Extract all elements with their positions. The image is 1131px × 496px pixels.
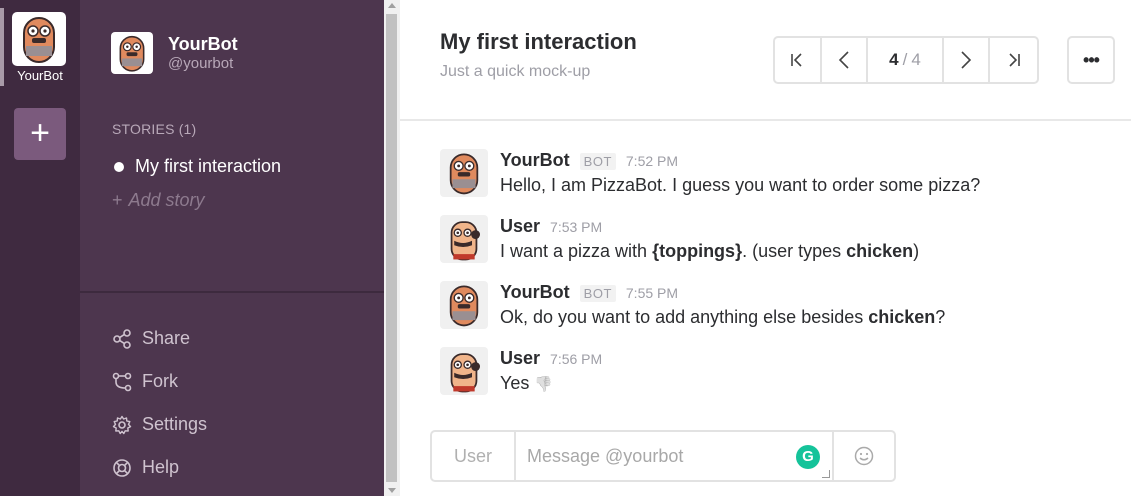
text-segment: ? <box>935 307 946 327</box>
rail-bot-name: YourBot <box>17 68 63 83</box>
gear-icon <box>112 415 132 434</box>
message-author[interactable]: User <box>500 348 540 369</box>
text-segment: . (user types <box>742 241 847 261</box>
plus-icon: + <box>112 190 123 210</box>
sidebar: YourBot @yourbot STORIES (1) My first in… <box>80 0 384 496</box>
last-page-icon <box>1009 53 1020 67</box>
workspace-rail: YourBot + <box>0 0 80 496</box>
message-text: Yes 👎 <box>500 373 553 394</box>
main-panel: My first interaction Just a quick mock-u… <box>400 0 1131 496</box>
chat-message: User 7:56 PM Yes 👎 <box>440 347 1120 397</box>
message-composer: User Message @yourbot G <box>430 430 896 482</box>
story-item[interactable]: My first interaction <box>114 156 281 177</box>
text-segment: Ok, do you want to add anything else bes… <box>500 307 869 327</box>
robot-avatar-icon <box>449 285 479 327</box>
more-options-button[interactable]: ••• <box>1067 36 1115 84</box>
text-segment: Yes <box>500 373 530 393</box>
pager: 4 / 4 <box>773 36 1039 84</box>
bot-badge: BOT <box>579 285 616 302</box>
entity-value: chicken <box>846 241 914 261</box>
chevron-right-icon <box>961 51 972 69</box>
entity-value: chicken <box>868 307 936 327</box>
page-title: My first interaction <box>440 29 637 54</box>
add-bot-button[interactable]: + <box>14 108 66 160</box>
robot-avatar-icon <box>449 153 479 195</box>
sidebar-divider <box>80 291 384 293</box>
message-input-placeholder: Message @yourbot <box>527 446 684 466</box>
last-page-button[interactable] <box>990 38 1037 82</box>
active-dot-icon <box>114 161 124 172</box>
message-text: Hello, I am PizzaBot. I guess you want t… <box>500 175 981 195</box>
story-item-label: My first interaction <box>135 156 282 176</box>
sidebar-item-label: Fork <box>142 371 178 391</box>
sidebar-item-help[interactable]: Help <box>112 457 179 478</box>
thumbs-down-icon: 👎 <box>534 376 554 393</box>
chat-message: User 7:53 PM I want a pizza with {toppin… <box>440 215 1120 265</box>
robot-avatar-icon <box>23 17 55 63</box>
message-time: 7:55 PM <box>625 285 679 301</box>
sidebar-bot-title: YourBot <box>168 34 238 54</box>
message-time: 7:53 PM <box>550 219 603 235</box>
current-page: 4 <box>889 50 899 69</box>
scroll-down-arrow-icon[interactable] <box>388 488 396 493</box>
user-avatar-icon <box>450 221 480 261</box>
message-text: I want a pizza with {toppings}. (user ty… <box>500 241 919 262</box>
page-subtitle: Just a quick mock-up <box>440 63 591 80</box>
sidebar-bot-handle: @yourbot <box>168 55 234 72</box>
lifebuoy-icon <box>113 458 131 477</box>
message-time: 7:56 PM <box>550 351 603 367</box>
bot-badge: BOT <box>579 153 616 170</box>
message-author[interactable]: User <box>500 216 540 237</box>
sidebar-item-label: Settings <box>142 414 208 434</box>
robot-avatar-icon <box>119 35 145 72</box>
chat-message: YourBot BOT 7:52 PM Hello, I am PizzaBot… <box>440 149 1120 199</box>
bot-avatar[interactable] <box>12 12 66 66</box>
header-divider <box>400 119 1131 121</box>
sidebar-item-settings[interactable]: Settings <box>112 414 207 435</box>
emoji-button[interactable] <box>834 432 894 480</box>
bot-avatar <box>440 281 488 329</box>
next-page-button[interactable] <box>944 38 991 82</box>
chevron-left-icon <box>838 51 849 69</box>
stories-heading: STORIES (1) <box>112 121 197 137</box>
prev-page-button[interactable] <box>822 38 869 82</box>
page-counter: 4 / 4 <box>868 38 944 82</box>
sidebar-scrollbar[interactable] <box>384 0 400 496</box>
message-author[interactable]: YourBot <box>500 282 570 303</box>
sender-select[interactable]: User <box>432 432 516 480</box>
add-story-label: Add story <box>128 190 205 210</box>
share-icon <box>113 328 131 349</box>
message-text: Ok, do you want to add anything else bes… <box>500 307 945 328</box>
scrollbar-thumb[interactable] <box>386 14 397 482</box>
user-avatar <box>440 215 488 263</box>
sidebar-item-share[interactable]: Share <box>112 328 190 349</box>
user-avatar-icon <box>450 353 480 393</box>
first-page-icon <box>791 53 802 67</box>
bot-avatar <box>440 149 488 197</box>
smiley-icon <box>854 446 874 466</box>
message-author[interactable]: YourBot <box>500 150 570 171</box>
message-time: 7:52 PM <box>625 153 679 169</box>
chat-message: YourBot BOT 7:55 PM Ok, do you want to a… <box>440 281 1120 331</box>
user-avatar <box>440 347 488 395</box>
page-separator: / <box>902 50 908 69</box>
grammarly-icon[interactable]: G <box>796 445 820 469</box>
fork-icon <box>112 372 132 391</box>
entity-segment: {toppings} <box>652 241 743 261</box>
message-input[interactable]: Message @yourbot G <box>516 432 834 480</box>
text-segment: I want a pizza with <box>500 241 653 261</box>
add-story-button[interactable]: + Add story <box>112 190 205 211</box>
first-page-button[interactable] <box>775 38 822 82</box>
sidebar-item-fork[interactable]: Fork <box>112 371 178 392</box>
sidebar-item-label: Share <box>142 328 191 348</box>
text-segment: ) <box>913 241 920 261</box>
sidebar-item-label: Help <box>142 457 180 477</box>
scroll-up-arrow-icon[interactable] <box>388 3 396 8</box>
sidebar-bot-avatar <box>111 32 153 74</box>
total-pages: 4 <box>911 50 921 69</box>
resize-handle-icon[interactable] <box>822 470 830 478</box>
